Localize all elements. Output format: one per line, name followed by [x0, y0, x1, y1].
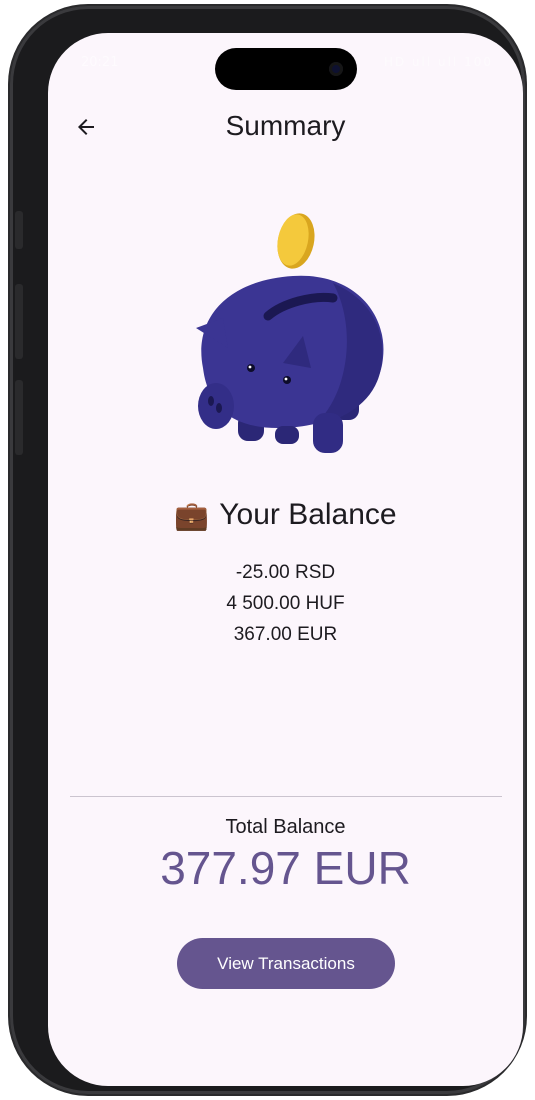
divider [70, 796, 502, 797]
balance-item: 367.00 EUR [233, 624, 338, 645]
page-title: Summary [225, 110, 346, 141]
balance-heading: 💼 Your Balance [48, 498, 523, 532]
top-app-bar: Summary [48, 103, 523, 153]
balance-heading-label: Your Balance [219, 498, 397, 531]
briefcase-icon: 💼 [174, 499, 210, 531]
screen: 20:21 HD ull ull 100 Summary 💼 Your Bala… [48, 33, 523, 1086]
volume-up-button [15, 284, 23, 359]
balance-item: -25.00 RSD [235, 562, 336, 583]
status-time: 20:21 [81, 55, 119, 70]
total-balance-value: 377.97 EUR [160, 842, 411, 894]
status-icons: HD ull ull 100 [383, 55, 493, 69]
balance-item: 4 500.00 HUF [226, 593, 345, 614]
total-balance-label: Total Balance [225, 816, 346, 838]
volume-down-button [15, 380, 23, 455]
dynamic-island [215, 48, 357, 90]
phone-frame: 20:21 HD ull ull 100 Summary 💼 Your Bala… [10, 6, 525, 1094]
camera-icon [329, 62, 343, 76]
action-button [15, 211, 23, 249]
balance-list: -25.00 RSD 4 500.00 HUF 367.00 EUR [48, 557, 523, 650]
piggy-bank-illustration [196, 213, 384, 453]
status-bar: 20:21 HD ull ull 100 [48, 33, 523, 93]
view-transactions-button[interactable]: View Transactions [177, 938, 395, 989]
